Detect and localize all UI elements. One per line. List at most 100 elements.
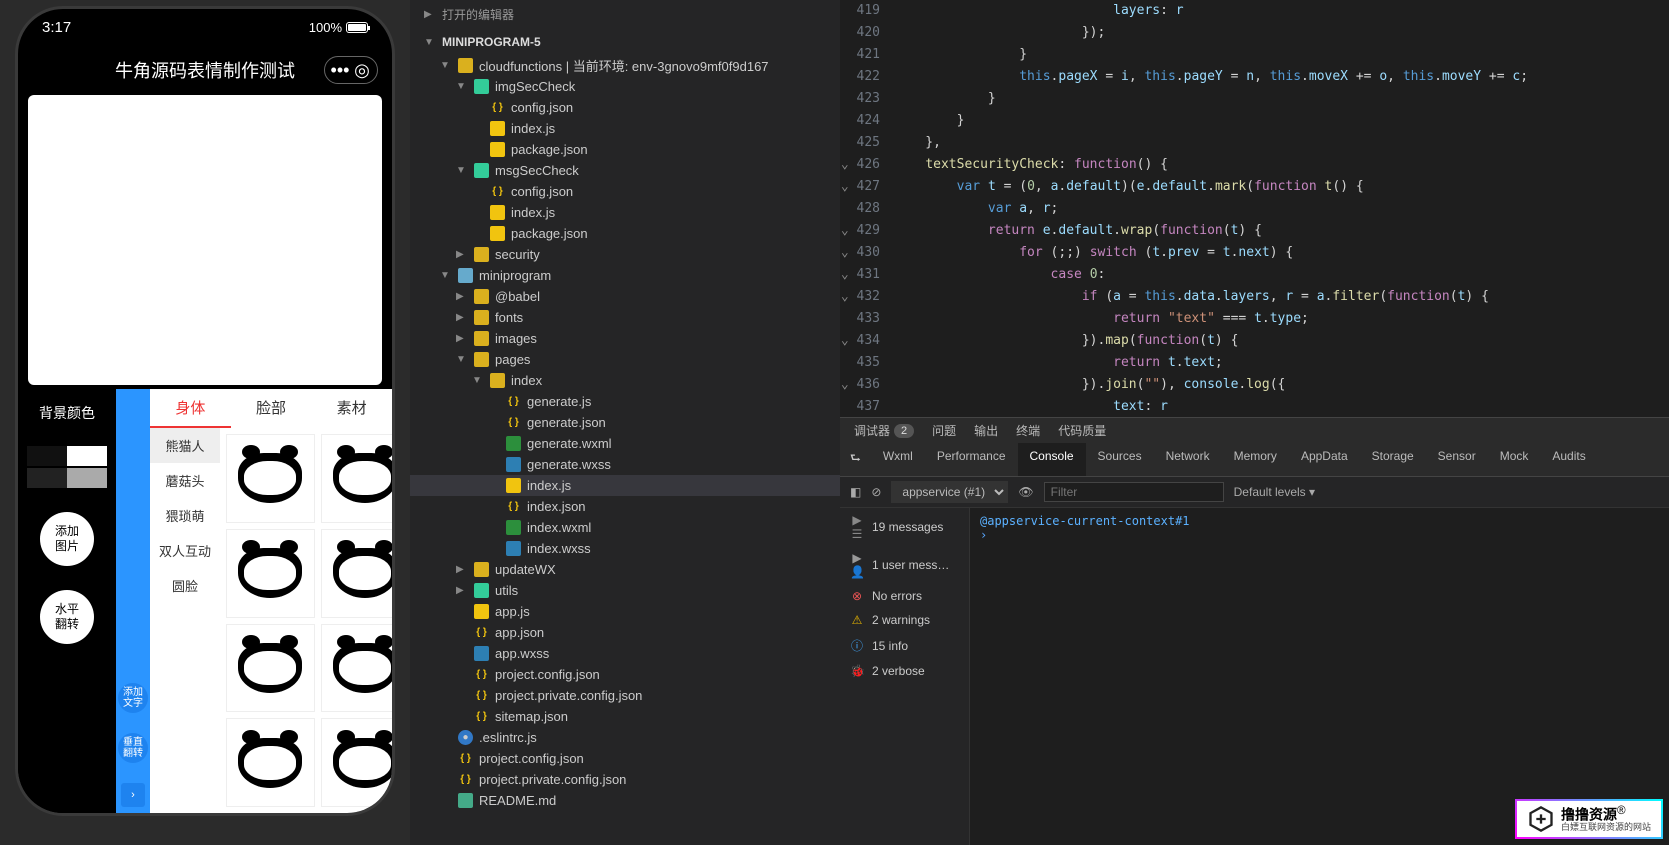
console-sidebar[interactable]: ▶ ☰19 messages ▶ 👤1 user mess… ⊗No error… (840, 508, 970, 845)
file-tree[interactable]: ▼cloudfunctions | 当前环境: env-3gnovo9mf0f9… (410, 55, 840, 811)
file-tree-item[interactable]: { }project.config.json (410, 664, 840, 685)
devtools-tab-mock[interactable]: Mock (1488, 443, 1541, 476)
sticker-tab[interactable]: 身体 (150, 389, 231, 428)
file-tree-item[interactable]: { }config.json (410, 97, 840, 118)
file-tree-item[interactable]: { }sitemap.json (410, 706, 840, 727)
devtools-tab-sources[interactable]: Sources (1086, 443, 1154, 476)
file-tree-item[interactable]: ▼pages (410, 349, 840, 370)
sticker-grid[interactable] (220, 428, 392, 813)
tab-problems[interactable]: 问题 (932, 422, 956, 439)
clear-console-icon[interactable]: ⊘ (871, 485, 881, 499)
warnings-count[interactable]: ⚠2 warnings (840, 608, 969, 632)
add-image-button[interactable]: 添加图片 (40, 512, 94, 566)
file-tree-item[interactable]: ▼cloudfunctions | 当前环境: env-3gnovo9mf0f9… (410, 55, 840, 76)
sticker-item[interactable] (226, 529, 315, 618)
file-tree-item[interactable]: index.wxss (410, 538, 840, 559)
sticker-category[interactable]: 熊猫人 (150, 428, 220, 463)
devtools-tab-storage[interactable]: Storage (1360, 443, 1426, 476)
file-tree-item[interactable]: ▶utils (410, 580, 840, 601)
toggle-sidebar-icon[interactable]: ◧ (850, 485, 861, 499)
file-tree-item[interactable]: index.js (410, 202, 840, 223)
devtools-tab-performance[interactable]: Performance (925, 443, 1018, 476)
sticker-item[interactable] (226, 624, 315, 713)
file-tree-item[interactable]: ●.eslintrc.js (410, 727, 840, 748)
levels-dropdown[interactable]: Default levels ▾ (1234, 485, 1315, 499)
file-tree-item[interactable]: ▼index (410, 370, 840, 391)
devtools-tab-console[interactable]: Console (1018, 443, 1086, 476)
sticker-category[interactable]: 双人互动 (150, 533, 220, 568)
file-tree-item[interactable]: index.wxml (410, 517, 840, 538)
project-root[interactable]: ▼MINIPROGRAM-5 (410, 29, 840, 55)
file-tree-item[interactable]: index.js (410, 475, 840, 496)
more-icon[interactable]: ••• (331, 61, 349, 79)
code-body[interactable]: layers: r }); } this.pageX = i, this.pag… (894, 0, 1669, 417)
inspect-icon[interactable]: ⮑ (840, 443, 871, 476)
devtools-panel-tabs[interactable]: ⮑ WxmlPerformanceConsoleSourcesNetworkMe… (840, 443, 1669, 477)
file-tree-item[interactable]: { }project.private.config.json (410, 769, 840, 790)
file-tree-item[interactable]: ▼msgSecCheck (410, 160, 840, 181)
sticker-tab[interactable]: 脸部 (231, 389, 312, 428)
info-count[interactable]: ⓘ15 info (840, 632, 969, 659)
sticker-tab[interactable]: 素材 (311, 389, 392, 428)
tab-code-quality[interactable]: 代码质量 (1058, 422, 1106, 439)
open-editors-header[interactable]: ▶打开的编辑器 (410, 0, 840, 29)
user-msg-count[interactable]: ▶ 👤1 user mess… (840, 546, 969, 584)
devtools-top-tabs[interactable]: 调试器 2 问题 输出 终端 代码质量 (840, 418, 1669, 443)
bg-swatches[interactable] (27, 446, 107, 488)
file-tree-item[interactable]: package.json (410, 223, 840, 244)
file-tree-item[interactable]: generate.wxml (410, 433, 840, 454)
file-tree-item[interactable]: ▼miniprogram (410, 265, 840, 286)
sticker-item[interactable] (321, 434, 392, 523)
eye-icon[interactable]: 👁 (1018, 485, 1033, 499)
file-tree-item[interactable]: package.json (410, 139, 840, 160)
file-tree-item[interactable]: README.md (410, 790, 840, 811)
file-tree-item[interactable]: ▼imgSecCheck (410, 76, 840, 97)
sticker-category[interactable]: 圆脸 (150, 568, 220, 603)
file-tree-item[interactable]: ▶fonts (410, 307, 840, 328)
expand-icon[interactable]: › (121, 783, 145, 807)
file-tree-item[interactable]: { }project.config.json (410, 748, 840, 769)
code-editor[interactable]: 419420421422423424425⌄ 426⌄ 427428⌄ 429⌄… (840, 0, 1669, 417)
errors-count[interactable]: ⊗No errors (840, 584, 969, 608)
add-text-button[interactable]: 添加文字 (118, 683, 148, 713)
sticker-item[interactable] (226, 718, 315, 807)
target-icon[interactable]: ◎ (353, 61, 371, 79)
context-select[interactable]: appservice (#1) (891, 481, 1008, 503)
file-tree-item[interactable]: ▶updateWX (410, 559, 840, 580)
file-tree-item[interactable]: { }generate.js (410, 391, 840, 412)
file-tree-item[interactable]: app.js (410, 601, 840, 622)
horizontal-flip-button[interactable]: 水平翻转 (40, 590, 94, 644)
file-explorer[interactable]: ▶打开的编辑器 ▼MINIPROGRAM-5 ▼cloudfunctions |… (410, 0, 840, 845)
file-tree-item[interactable]: index.js (410, 118, 840, 139)
verbose-count[interactable]: 🐞2 verbose (840, 659, 969, 683)
file-tree-item[interactable]: { }index.json (410, 496, 840, 517)
msg-count[interactable]: ▶ ☰19 messages (840, 508, 969, 546)
tab-terminal[interactable]: 终端 (1016, 422, 1040, 439)
file-tree-item[interactable]: { }generate.json (410, 412, 840, 433)
file-tree-item[interactable]: generate.wxss (410, 454, 840, 475)
capsule-controls[interactable]: ••• ◎ (324, 56, 378, 84)
sticker-category[interactable]: 蘑菇头 (150, 463, 220, 498)
vertical-flip-button[interactable]: 垂直翻转 (118, 733, 148, 763)
sticker-item[interactable] (321, 529, 392, 618)
file-tree-item[interactable]: ▶images (410, 328, 840, 349)
file-tree-item[interactable]: { }project.private.config.json (410, 685, 840, 706)
tab-debugger[interactable]: 调试器 2 (854, 422, 914, 439)
file-tree-item[interactable]: ▶security (410, 244, 840, 265)
console-output[interactable]: @appservice-current-context#1 › (970, 508, 1669, 845)
devtools-tab-audits[interactable]: Audits (1540, 443, 1597, 476)
canvas-area[interactable] (28, 95, 382, 385)
devtools-tab-network[interactable]: Network (1154, 443, 1222, 476)
sticker-item[interactable] (226, 434, 315, 523)
file-tree-item[interactable]: { }app.json (410, 622, 840, 643)
file-tree-item[interactable]: ▶@babel (410, 286, 840, 307)
tab-output[interactable]: 输出 (974, 422, 998, 439)
sticker-category[interactable]: 猥琐萌 (150, 498, 220, 533)
devtools-tab-memory[interactable]: Memory (1222, 443, 1289, 476)
file-tree-item[interactable]: app.wxss (410, 643, 840, 664)
devtools-tab-appdata[interactable]: AppData (1289, 443, 1360, 476)
file-tree-item[interactable]: { }config.json (410, 181, 840, 202)
sticker-item[interactable] (321, 718, 392, 807)
devtools-tab-sensor[interactable]: Sensor (1426, 443, 1488, 476)
devtools-tab-wxml[interactable]: Wxml (871, 443, 925, 476)
